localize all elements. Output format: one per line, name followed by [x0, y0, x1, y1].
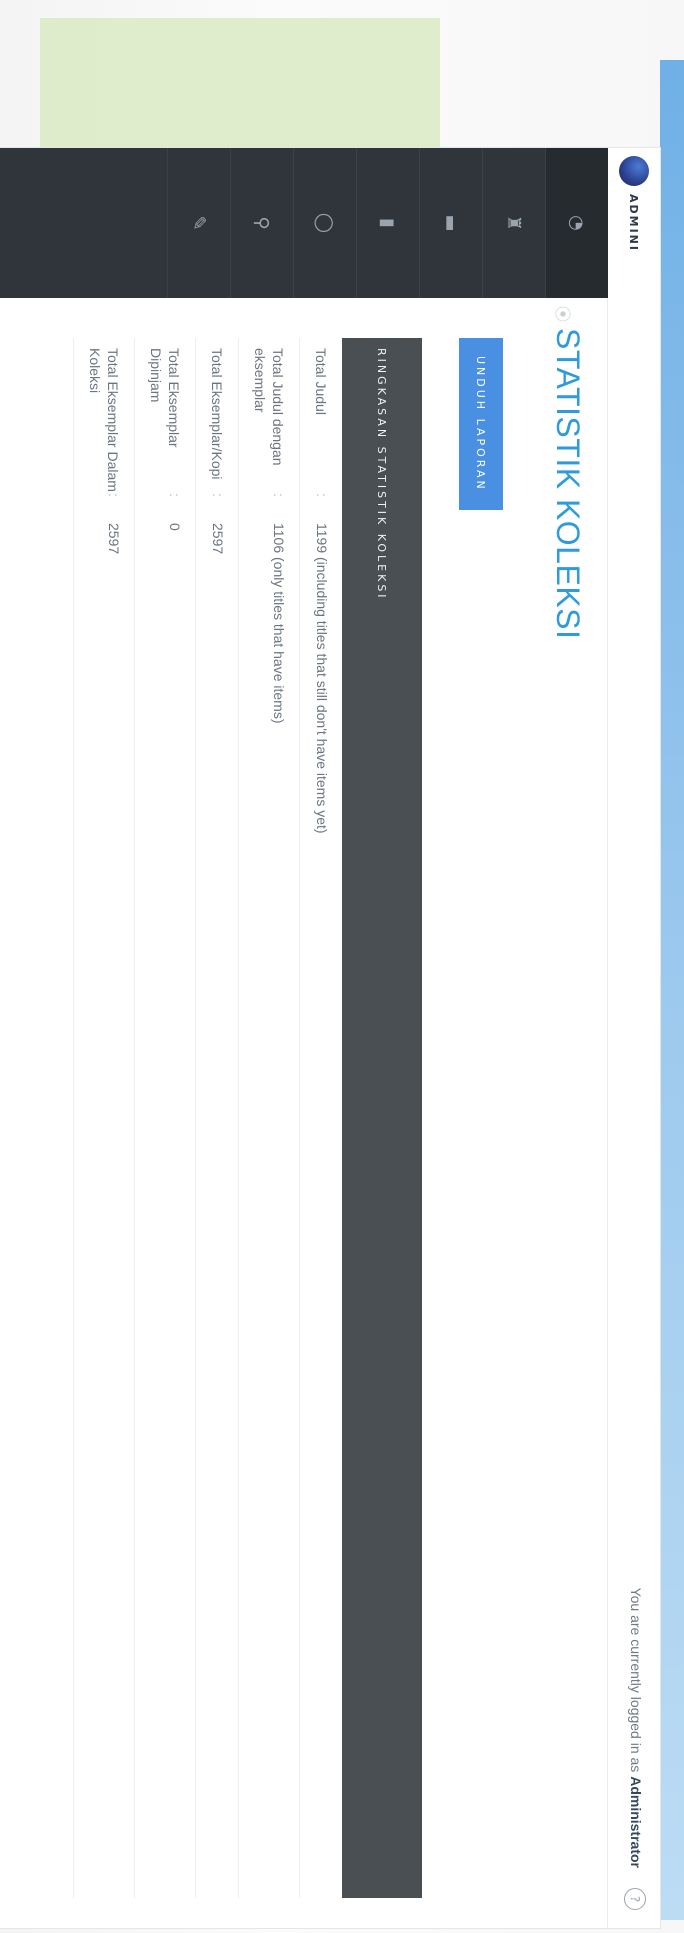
top-bar: ADMINI You are currently logged in as Ad… [607, 148, 660, 1928]
stat-value: 0 [167, 523, 183, 531]
bibliography-icon: ♜ [503, 214, 525, 232]
sticky-note [40, 18, 440, 158]
stat-value: 2597 [210, 523, 226, 555]
circulation-icon: ▮ [377, 218, 399, 228]
help-icon[interactable]: ? [624, 1888, 646, 1910]
stat-value: 1199 (including titles that still don't … [314, 523, 330, 834]
download-report-button[interactable]: UNDUH LAPORAN [459, 338, 503, 510]
reporting-icon: ⚲ [251, 216, 273, 230]
logo-icon [619, 156, 649, 186]
stat-label: Total Eksemplar/Kopi [209, 348, 225, 480]
background-wedge [660, 60, 684, 1920]
sidebar-item-reporting[interactable]: ⚲ [230, 148, 293, 298]
stat-separator: : [106, 493, 122, 497]
logged-user: Administrator [628, 1776, 644, 1868]
membership-icon: ▬ [440, 214, 462, 232]
stat-value: 1106 (only titles that have items) [271, 523, 287, 724]
bookmark-icon: ⦿ [553, 306, 572, 323]
sidebar-item-bibliography[interactable]: ♜ [482, 148, 545, 298]
brand[interactable]: ADMINI [608, 148, 660, 298]
logged-in-status: You are currently logged in as Administr… [628, 1588, 644, 1868]
photo-background: ADMINI You are currently logged in as Ad… [0, 0, 684, 1933]
sidebar-item-stock-take[interactable]: ◯ [293, 148, 356, 298]
stat-separator: : [314, 493, 330, 497]
stat-label: Total Eksemplar Dipinjam [148, 348, 182, 448]
stat-value: 2597 [106, 523, 122, 555]
stat-separator: : [271, 493, 287, 497]
stat-separator: : [210, 493, 226, 497]
sidebar-item-system[interactable]: ✎ [167, 148, 230, 298]
page-title: STATISTIK KOLEKSI [550, 328, 586, 640]
dashboard-icon: ◔ [566, 215, 588, 231]
logged-prefix: You are currently logged in as [628, 1587, 644, 1777]
stat-label: Total Judul [313, 348, 329, 415]
sidebar-item-membership[interactable]: ▬ [419, 148, 482, 298]
stock-take-icon: ◯ [314, 212, 336, 234]
brand-name: ADMINI [627, 194, 641, 252]
stat-row: Total Judul : 1199 (including titles tha… [299, 338, 342, 1898]
stat-row: Total Judul dengan eksemplar : 1106 (onl… [238, 338, 299, 1898]
stat-row: Total Eksemplar Dalam Koleksi : 2597 [73, 338, 134, 1898]
summary-panel-header: RINGKASAN STATISTIK KOLEKSI [342, 338, 422, 1898]
sidebar-item-dashboard[interactable]: ◔ [545, 148, 608, 298]
stat-label: Total Judul dengan eksemplar [252, 348, 286, 466]
sidebar: ◔ ♜ ▬ ▮ ◯ ⚲ ✎ [0, 148, 608, 298]
system-icon: ✎ [188, 215, 210, 231]
main-content: ⦿ STATISTIK KOLEKSI UNDUH LAPORAN RINGKA… [0, 298, 608, 1928]
stat-label: Total Eksemplar Dalam Koleksi [87, 348, 121, 492]
app-window: ADMINI You are currently logged in as Ad… [0, 148, 660, 1928]
stat-separator: : [167, 493, 183, 497]
sidebar-item-circulation[interactable]: ▮ [356, 148, 419, 298]
stat-row: Total Eksemplar Dipinjam : 0 [134, 338, 195, 1898]
stat-row: Total Eksemplar/Kopi : 2597 [195, 338, 238, 1898]
summary-panel: RINGKASAN STATISTIK KOLEKSI Total Judul … [12, 338, 422, 1898]
